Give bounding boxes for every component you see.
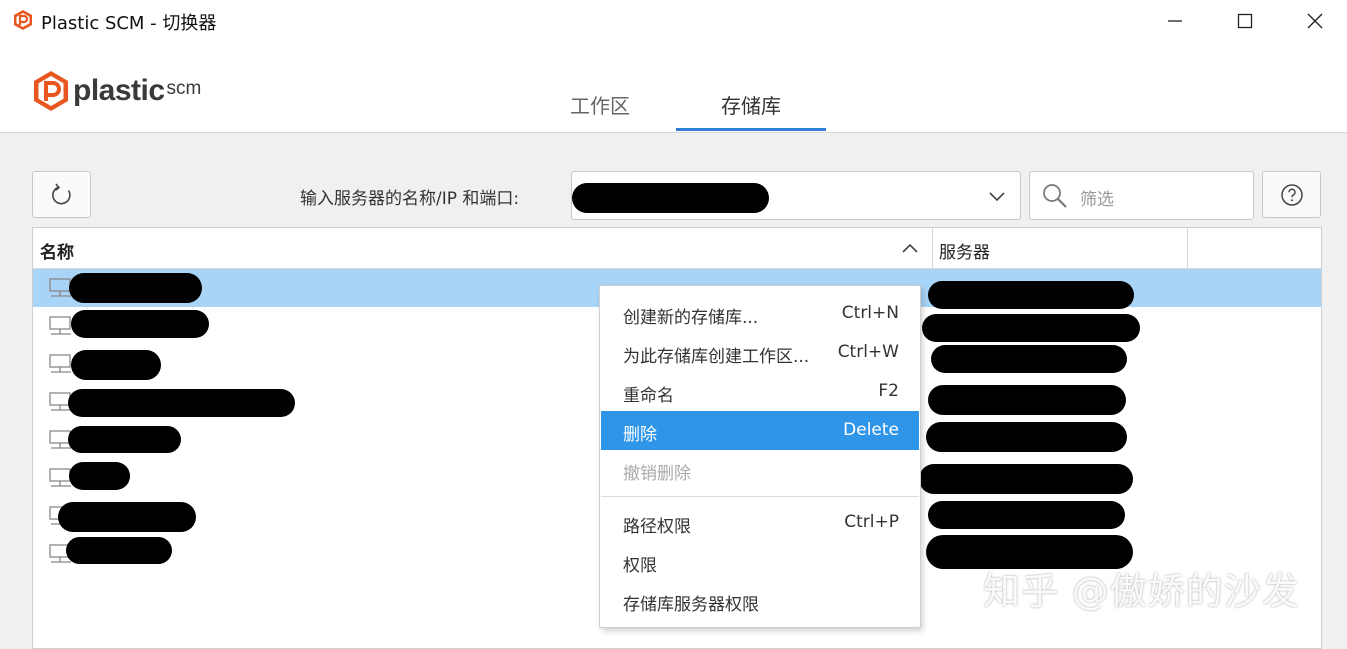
- redacted-server-name: [926, 422, 1127, 452]
- menu-separator: [601, 496, 919, 497]
- refresh-icon: [51, 182, 71, 204]
- plastic-logo-icon: [34, 71, 68, 111]
- logo-wordmark: plastic: [73, 74, 165, 107]
- redacted-repo-name: [68, 426, 181, 453]
- menu-item-label: 重命名: [623, 386, 674, 406]
- maximize-icon: [1237, 13, 1253, 29]
- menu-item-label: 删除: [623, 425, 657, 445]
- server-combobox[interactable]: [571, 171, 1021, 220]
- tab-repositories[interactable]: 存储库: [676, 82, 826, 131]
- tab-workspaces[interactable]: 工作区: [525, 82, 675, 130]
- window-title: Plastic SCM - 切换器: [41, 13, 217, 34]
- menu-item-label: 撤销删除: [623, 464, 691, 484]
- column-header-server[interactable]: 服务器: [939, 238, 990, 263]
- menu-item-shortcut: Ctrl+N: [841, 303, 899, 323]
- redacted-server-name: [922, 314, 1140, 342]
- header: plastic scm 工作区 存储库: [0, 42, 1347, 133]
- redacted-server-name: [919, 464, 1133, 494]
- menu-item-label: 路径权限: [623, 517, 691, 537]
- filter-input[interactable]: 筛选: [1029, 171, 1254, 220]
- repository-icon: [49, 354, 71, 373]
- menu-item-create-workspace[interactable]: 为此存储库创建工作区... Ctrl+W: [601, 333, 919, 372]
- logo-suffix: scm: [166, 78, 202, 99]
- redacted-server-name: [928, 501, 1125, 529]
- redacted-repo-name: [69, 273, 202, 303]
- menu-item-shortcut: Delete: [843, 420, 899, 440]
- refresh-button[interactable]: [32, 171, 91, 218]
- column-header-name[interactable]: 名称: [40, 238, 74, 263]
- menu-item-undelete: 撤销删除: [601, 450, 919, 489]
- title-bar: Plastic SCM - 切换器: [0, 0, 1347, 42]
- context-menu: 创建新的存储库... Ctrl+N 为此存储库创建工作区... Ctrl+W 重…: [599, 285, 921, 628]
- sort-ascending-icon: [902, 243, 918, 253]
- plastic-scm-logo: plastic scm: [32, 70, 201, 112]
- help-icon: [1280, 183, 1303, 206]
- redacted-server-name: [928, 281, 1134, 309]
- redacted-repo-name: [68, 389, 295, 417]
- redacted-server-name: [931, 345, 1127, 373]
- menu-item-permissions[interactable]: 权限: [601, 542, 919, 581]
- menu-item-shortcut: F2: [878, 381, 899, 401]
- menu-item-rename[interactable]: 重命名 F2: [601, 372, 919, 411]
- menu-item-path-permissions[interactable]: 路径权限 Ctrl+P: [601, 503, 919, 542]
- menu-item-server-permissions[interactable]: 存储库服务器权限: [601, 581, 919, 620]
- menu-item-create-repository[interactable]: 创建新的存储库... Ctrl+N: [601, 294, 919, 333]
- minimize-button[interactable]: [1140, 0, 1210, 42]
- redacted-server-name: [928, 385, 1126, 415]
- close-button[interactable]: [1280, 0, 1347, 42]
- menu-item-shortcut: Ctrl+W: [837, 342, 899, 362]
- menu-item-label: 权限: [623, 556, 657, 576]
- menu-item-delete[interactable]: 删除 Delete: [601, 411, 919, 450]
- redacted-repo-name: [71, 310, 209, 338]
- search-icon: [1043, 184, 1067, 208]
- close-icon: [1307, 13, 1323, 29]
- watermark: 知乎 @傲娇的沙发: [983, 570, 1300, 613]
- chevron-down-icon: [989, 192, 1005, 202]
- redacted-repo-name: [66, 537, 172, 564]
- redacted-server-value: [572, 183, 769, 213]
- help-button[interactable]: [1262, 171, 1321, 218]
- column-divider[interactable]: [1187, 228, 1188, 268]
- server-label: 输入服务器的名称/IP 和端口:: [300, 189, 520, 209]
- redacted-repo-name: [58, 502, 196, 532]
- menu-item-shortcut: Ctrl+P: [844, 512, 899, 532]
- menu-item-label: 为此存储库创建工作区...: [623, 347, 810, 367]
- column-divider[interactable]: [932, 228, 933, 268]
- filter-placeholder: 筛选: [1080, 190, 1114, 210]
- minimize-icon: [1168, 20, 1182, 22]
- table-header: 名称 服务器: [33, 228, 1321, 269]
- redacted-repo-name: [71, 350, 161, 380]
- repository-icon: [49, 316, 71, 335]
- plastic-app-icon: [14, 10, 32, 30]
- maximize-button[interactable]: [1210, 0, 1280, 42]
- menu-item-label: 存储库服务器权限: [623, 595, 759, 615]
- redacted-repo-name: [69, 462, 130, 490]
- menu-item-label: 创建新的存储库...: [623, 308, 759, 328]
